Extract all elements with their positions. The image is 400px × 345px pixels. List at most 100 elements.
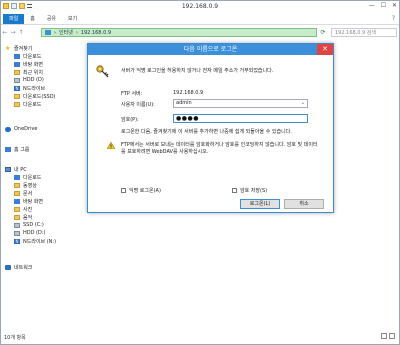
close-window-button[interactable]: ✕ xyxy=(392,2,397,9)
help-button[interactable]: ? xyxy=(392,15,395,22)
security-warning: FTP에서는 서버로 보내는 데이터를 암호화하거나 암호를 인코딩하지 않습니… xyxy=(121,142,318,155)
tab-file[interactable]: 파일 xyxy=(3,13,25,24)
up-button[interactable]: ↑ xyxy=(17,29,25,36)
large-icons-view-icon[interactable] xyxy=(389,333,395,339)
sidebar-favorites[interactable]: ★ 즐겨찾기 xyxy=(5,44,32,52)
refresh-icon[interactable]: ⟳ xyxy=(319,28,327,37)
sidebar-item-onedrive[interactable]: OneDrive xyxy=(5,125,38,133)
ndrive-icon: N xyxy=(14,85,20,91)
sidebar-item-pictures[interactable]: 사진 xyxy=(14,205,32,213)
sidebar-label: OneDrive xyxy=(14,126,38,132)
maximize-button[interactable]: ☐ xyxy=(381,2,386,9)
sidebar-item-homegroup[interactable]: 홈 그룹 xyxy=(5,145,29,153)
address-chevron-icon: › xyxy=(75,29,78,36)
sidebar-item-hdd[interactable]: HDD (D) xyxy=(14,76,44,84)
folder-icon xyxy=(14,93,20,99)
sidebar-label: 다운로드 xyxy=(23,174,42,181)
sidebar-label: 음악 xyxy=(23,214,33,221)
sidebar-item-documents[interactable]: 문서 xyxy=(14,189,32,197)
checkbox-box[interactable] xyxy=(121,188,126,193)
desktop-icon xyxy=(14,198,20,204)
sidebar-label: 사진 xyxy=(23,206,33,213)
sidebar-item-music[interactable]: 음악 xyxy=(14,213,32,221)
sidebar-label: 홈 그룹 xyxy=(14,146,30,153)
window-controls: — ☐ ✕ xyxy=(369,2,397,9)
username-value: admin xyxy=(176,100,192,106)
sidebar-label: 네트워크 xyxy=(14,264,33,271)
sidebar-item-hdd-d[interactable]: HDD (D:) xyxy=(14,229,46,237)
sidebar-item-recent[interactable]: 최근 위치 xyxy=(14,68,43,76)
favorites-note: 로그온한 다음, 즐겨찾기에 이 서버를 추가하면 나중에 쉽게 되돌아올 수 … xyxy=(121,129,292,135)
sidebar-item-pc-downloads[interactable]: 다운로드 xyxy=(14,173,41,181)
username-field[interactable]: admin ⌄ xyxy=(173,99,308,108)
logon-button[interactable]: 로그온(L) xyxy=(240,199,280,209)
navigation-row: ← → ↑ › 인터넷 › 192.168.0.9 ⟳ 192.168.0.9 … xyxy=(1,26,399,38)
address-bar[interactable]: › 인터넷 › 192.168.0.9 xyxy=(41,28,317,37)
download-icon xyxy=(14,53,20,59)
minimize-button[interactable]: — xyxy=(369,2,375,9)
music-folder-icon xyxy=(14,214,20,220)
sidebar-label: HDD (D) xyxy=(23,77,44,83)
window-title: 192.168.0.9 xyxy=(181,3,219,10)
navigation-pane: ★ 즐겨찾기 다운로드 바탕 화면 최근 위치 HDD (D) N N드라이브 … xyxy=(1,41,85,331)
sidebar-item-downloads-ssd[interactable]: 다운로드(SSD) xyxy=(14,92,56,100)
tab-share[interactable]: 공유 xyxy=(41,14,62,24)
logon-dialog: 다음 이름으로 로그온 ✕ 서버가 익명 로그인을 허용하지 않거나 전자 메일… xyxy=(87,43,334,213)
username-label: 사용자 이름(U): xyxy=(121,102,155,108)
address-chevron-icon: › xyxy=(54,29,56,36)
sidebar-item-desktop[interactable]: 바탕 화면 xyxy=(14,60,43,68)
drive-icon xyxy=(14,222,20,228)
tab-view[interactable]: 보기 xyxy=(62,14,83,24)
checkbox-box[interactable] xyxy=(232,188,237,193)
sidebar-label: 문서 xyxy=(23,190,33,197)
address-segment-internet[interactable]: 인터넷 xyxy=(59,29,73,36)
explorer-window: 192.168.0.9 — ☐ ✕ 파일 홈 공유 보기 ? ← → ↑ › 인… xyxy=(0,0,400,345)
checkbox-label: 익명 로그온(A) xyxy=(129,188,161,194)
details-view-icon[interactable] xyxy=(381,333,387,339)
ftp-server-value: 192.168.0.9 xyxy=(173,90,204,96)
anonymous-logon-checkbox[interactable]: 익명 로그온(A) xyxy=(121,187,161,194)
download-icon xyxy=(14,174,20,180)
homegroup-icon xyxy=(5,146,11,152)
sidebar-label: 바탕 화면 xyxy=(23,198,43,205)
sidebar-label: 다운로드 xyxy=(23,53,42,60)
video-folder-icon xyxy=(14,182,20,188)
drive-icon xyxy=(14,230,20,236)
pictures-folder-icon xyxy=(14,206,20,212)
sidebar-label: SSD (C:) xyxy=(23,222,44,228)
network-icon xyxy=(5,264,11,270)
tab-home[interactable]: 홈 xyxy=(24,14,41,24)
sidebar-label: 바탕 화면 xyxy=(23,61,43,68)
status-item-count: 10개 항목 xyxy=(4,335,26,341)
sidebar-item-ssd[interactable]: SSD (C:) xyxy=(14,221,44,229)
ribbon-tabs: 파일 홈 공유 보기 ? xyxy=(1,13,399,25)
sidebar-item-ndrive-n[interactable]: N N드라이브 (N:) xyxy=(14,237,56,245)
dialog-close-button[interactable]: ✕ xyxy=(317,44,333,55)
ftp-server-label: FTP 서버: xyxy=(121,91,143,97)
search-input[interactable]: 192.168.0.9 검색 xyxy=(331,28,397,37)
sidebar-item-downloads-2[interactable]: 다운로드 xyxy=(14,100,41,108)
drive-icon xyxy=(14,77,20,83)
sidebar-item-thispc[interactable]: 내 PC xyxy=(5,165,27,173)
sidebar-label: N드라이브 xyxy=(23,85,46,92)
ndrive-icon: N xyxy=(14,238,20,244)
computer-icon xyxy=(5,166,11,172)
chevron-down-icon[interactable]: ⌄ xyxy=(301,100,305,107)
save-password-checkbox[interactable]: 암호 저장(S) xyxy=(232,187,267,194)
password-field[interactable]: ●●●● xyxy=(173,114,308,123)
folder-icon xyxy=(14,101,20,107)
sidebar-item-network[interactable]: 네트워크 xyxy=(5,263,32,271)
onedrive-icon xyxy=(5,126,11,132)
sidebar-item-pc-desktop[interactable]: 바탕 화면 xyxy=(14,197,43,205)
forward-button[interactable]: → xyxy=(9,29,17,36)
sidebar-item-videos[interactable]: 동영상 xyxy=(14,181,37,189)
sidebar-item-downloads[interactable]: 다운로드 xyxy=(14,52,41,60)
recent-places-icon xyxy=(14,69,20,75)
view-toggle xyxy=(381,333,395,339)
address-segment-host[interactable]: 192.168.0.9 xyxy=(81,30,111,36)
back-button[interactable]: ← xyxy=(1,29,9,36)
sidebar-label: N드라이브 (N:) xyxy=(23,238,57,245)
cancel-button[interactable]: 취소 xyxy=(284,199,324,209)
dialog-message: 서버가 익명 로그인을 허용하지 않거나 전자 메일 주소가 거부되었습니다. xyxy=(121,68,274,74)
sidebar-item-ndrive[interactable]: N N드라이브 xyxy=(14,84,45,92)
